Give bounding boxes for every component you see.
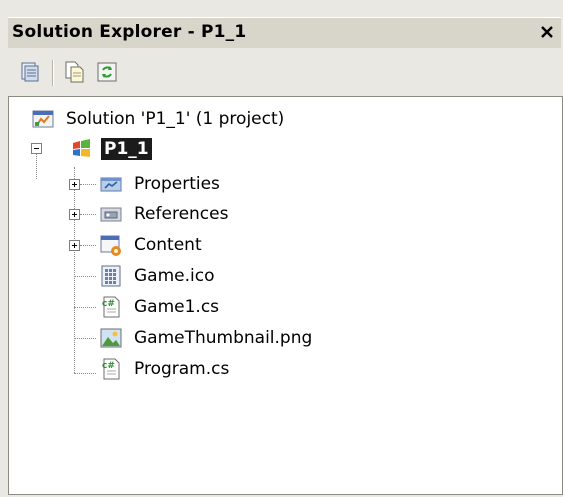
xna-project-icon (69, 137, 93, 161)
image-file-icon (99, 326, 123, 350)
solution-icon (31, 107, 55, 131)
refresh-icon[interactable] (94, 59, 120, 85)
properties-icon[interactable] (18, 59, 44, 85)
tree-node-label: References (134, 204, 229, 224)
tree-connector (74, 276, 96, 277)
tree-node-label: Properties (134, 174, 220, 194)
tree-node-label: Solution 'P1_1' (1 project) (66, 109, 285, 129)
tree-node-item[interactable]: Game.ico (99, 262, 217, 290)
svg-text:c#: c# (102, 361, 115, 371)
tree-connector (36, 154, 37, 179)
tree-node-label: Content (134, 235, 202, 255)
tree-node-item[interactable]: Properties (99, 170, 223, 198)
expand-toggle[interactable] (69, 179, 80, 190)
solution-explorer-toolbar (8, 50, 561, 96)
tree-node-label: Game1.cs (134, 297, 220, 317)
tree-node-item[interactable]: c# Game1.cs (99, 293, 222, 321)
collapse-toggle[interactable] (31, 143, 42, 154)
properties-folder-icon (99, 172, 123, 196)
references-folder-icon (99, 202, 123, 226)
tree-connector (80, 245, 96, 246)
tree-connector (74, 167, 75, 373)
expand-toggle[interactable] (69, 209, 80, 220)
expand-toggle[interactable] (69, 240, 80, 251)
tree-connector (74, 307, 96, 308)
content-project-icon (99, 233, 123, 257)
tree-connector (74, 338, 96, 339)
csharp-file-icon: c# (99, 295, 123, 319)
ico-file-icon (99, 264, 123, 288)
show-all-files-icon[interactable] (62, 59, 88, 85)
close-icon[interactable] (539, 24, 555, 40)
svg-text:c#: c# (102, 299, 115, 309)
tree-node-label: Game.ico (134, 266, 215, 286)
tree-connector (74, 373, 96, 374)
solution-tree[interactable]: Solution 'P1_1' (1 project) P1_1 Propert… (8, 96, 563, 495)
tree-node-project[interactable]: P1_1 (69, 135, 152, 163)
panel-titlebar[interactable]: Solution Explorer - P1_1 (8, 17, 561, 48)
solution-explorer-panel: Solution Explorer - P1_1 Solution 'P1_1'… (0, 0, 563, 497)
csharp-file-icon: c# (99, 357, 123, 381)
tree-connector (80, 184, 96, 185)
tree-node-solution[interactable]: Solution 'P1_1' (1 project) (31, 105, 287, 133)
toolbar-separator (52, 60, 54, 86)
tree-node-label: P1_1 (101, 138, 152, 160)
tree-node-label: Program.cs (134, 359, 230, 379)
tree-node-item[interactable]: c# Program.cs (99, 355, 232, 383)
tree-node-label: GameThumbnail.png (134, 328, 313, 348)
tree-connector (80, 214, 96, 215)
panel-title: Solution Explorer - P1_1 (12, 22, 247, 42)
tree-node-item[interactable]: Content (99, 231, 205, 259)
tree-node-item[interactable]: GameThumbnail.png (99, 324, 315, 352)
tree-node-item[interactable]: References (99, 200, 231, 228)
